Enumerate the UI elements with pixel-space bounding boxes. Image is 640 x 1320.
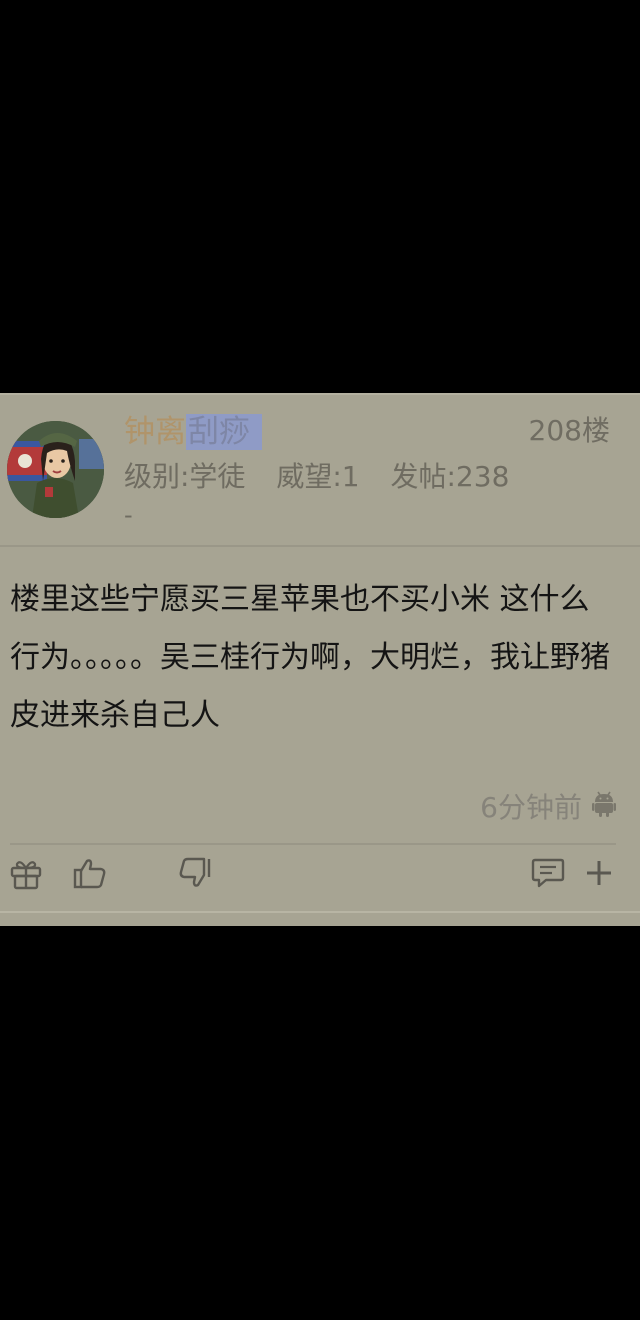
thumbs-down-icon[interactable] xyxy=(178,855,214,891)
username-part1: 钟离 xyxy=(124,414,186,450)
android-icon xyxy=(592,791,616,817)
comment-icon[interactable] xyxy=(530,855,566,891)
plus-icon[interactable] xyxy=(581,855,617,891)
floor-number: 208楼 xyxy=(528,414,610,447)
user-prestige: 威望:1 xyxy=(276,460,360,493)
meta-dash: - xyxy=(124,501,133,529)
divider xyxy=(0,545,640,547)
username[interactable]: 钟离刮痧 xyxy=(124,410,262,454)
divider xyxy=(10,843,616,845)
action-bar xyxy=(0,855,640,899)
avatar-image xyxy=(7,421,104,518)
post-card: 钟离刮痧 208楼 级别:学徒 威望:1 发帖:238 - 楼里这些宁愿买三星苹… xyxy=(0,393,640,926)
card-top-border xyxy=(0,393,640,395)
screen: 钟离刮痧 208楼 级别:学徒 威望:1 发帖:238 - 楼里这些宁愿买三星苹… xyxy=(0,0,640,1320)
post-time: 6分钟前 xyxy=(480,791,582,824)
username-selected-text: 刮痧 xyxy=(186,414,262,450)
user-post-count: 发帖:238 xyxy=(390,460,510,493)
card-bottom-border xyxy=(0,911,640,913)
avatar[interactable] xyxy=(7,421,104,518)
gift-icon[interactable] xyxy=(8,855,44,891)
thumbs-up-icon[interactable] xyxy=(72,855,108,891)
user-level: 级别:学徒 xyxy=(124,460,246,493)
post-content: 楼里这些宁愿买三星苹果也不买小米 这什么行为。。。。。吴三桂行为啊，大明烂，我让… xyxy=(10,582,610,733)
user-meta: 级别:学徒 威望:1 发帖:238 xyxy=(124,457,531,497)
